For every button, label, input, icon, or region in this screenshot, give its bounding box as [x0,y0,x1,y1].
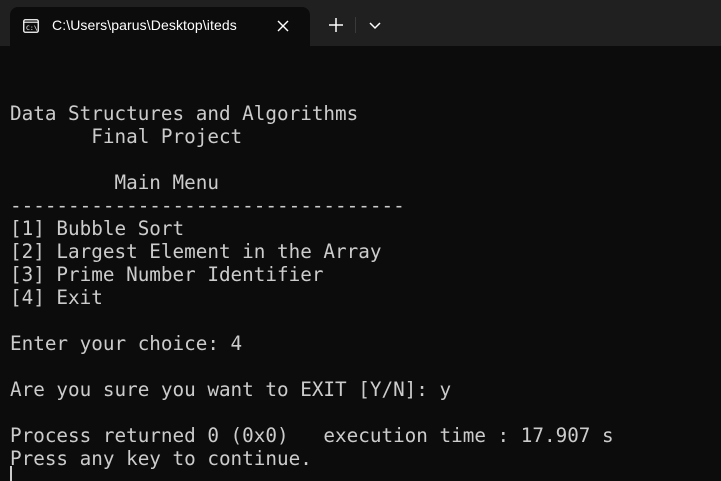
terminal-line: [4] Exit [10,286,103,309]
terminal-output[interactable]: Data Structures and Algorithms Final Pro… [0,46,721,481]
terminal-line: ---------------------------------- [10,194,405,217]
chevron-down-icon[interactable] [364,13,386,37]
close-icon[interactable] [274,17,292,35]
terminal-line: Main Menu [10,171,219,194]
terminal-line: Press any key to continue. [10,447,312,470]
active-tab[interactable]: C:\ C:\Users\parus\Desktop\iteds [10,7,310,46]
terminal-line: Data Structures and Algorithms [10,102,359,125]
terminal-line: [3] Prime Number Identifier [10,263,324,286]
terminal-window: C:\ C:\Users\parus\Desktop\iteds Data St… [0,0,721,481]
terminal-line: Are you sure you want to EXIT [Y/N]: y [10,378,452,401]
tab-bar: C:\ C:\Users\parus\Desktop\iteds [0,0,721,46]
text-cursor [10,466,12,481]
tab-title: C:\Users\parus\Desktop\iteds [52,17,237,33]
terminal-line: [1] Bubble Sort [10,217,185,240]
terminal-line: Enter your choice: 4 [10,332,243,355]
tab-divider [355,17,356,33]
plus-icon[interactable] [324,13,348,37]
terminal-line: Final Project [10,125,243,148]
terminal-icon: C:\ [23,19,39,33]
svg-text:C:\: C:\ [26,24,38,32]
terminal-line: Process returned 0 (0x0) execution time … [10,424,614,447]
terminal-line: [2] Largest Element in the Array [10,240,382,263]
